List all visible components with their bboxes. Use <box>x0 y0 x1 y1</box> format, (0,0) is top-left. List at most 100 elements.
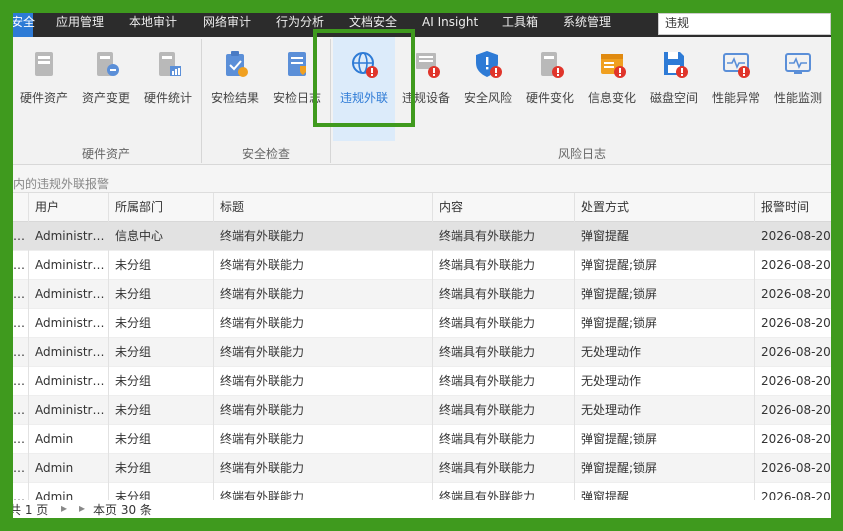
hardware-stats-icon <box>159 52 181 76</box>
column-header-alert-time[interactable]: 报警时间 <box>754 193 831 222</box>
cell-user: Administr… <box>28 309 108 338</box>
cell-index: … <box>13 403 25 417</box>
cell-index: … <box>13 258 25 272</box>
menu-item-toolbox[interactable]: 工具箱 <box>502 13 538 37</box>
table-row[interactable]: … Administr… 未分组 终端有外联能力 终端具有外联能力 弹窗提醒;锁屏 2026… <box>13 251 831 280</box>
cell-alert-time: 2026-08-20 <box>754 280 831 309</box>
cell-title: 终端有外联能力 <box>213 367 432 396</box>
cell-index: … <box>13 229 25 243</box>
menu-item-local-audit[interactable]: 本地审计 <box>129 13 177 37</box>
ribbon-button-info-change[interactable]: 信息变化 <box>581 37 643 141</box>
perf-anomaly-icon <box>723 53 750 78</box>
column-header-action[interactable]: 处置方式 <box>574 193 754 222</box>
cell-title: 终端有外联能力 <box>213 425 432 454</box>
cell-department: 未分组 <box>108 338 213 367</box>
cell-alert-time: 2026-08-20 <box>754 454 831 483</box>
cell-content: 终端具有外联能力 <box>432 251 574 280</box>
pager: 共 1 页 ▸ ▸ 本页 30 条 <box>13 500 831 518</box>
cell-department: 未分组 <box>108 454 213 483</box>
column-header-department[interactable]: 所属部门 <box>108 193 213 222</box>
top-menu-bar: 安全 应用管理 本地审计 网络审计 行为分析 文档安全 AI Insight 工… <box>13 13 831 37</box>
table-row[interactable]: … Admin 未分组 终端有外联能力 终端具有外联能力 弹窗提醒;锁屏 2026-08-2… <box>13 454 831 483</box>
table-row[interactable]: … Administr… 未分组 终端有外联能力 终端具有外联能力 无处理动作 2026-0… <box>13 367 831 396</box>
table-row[interactable]: … Administr… 未分组 终端有外联能力 终端具有外联能力 弹窗提醒;锁屏 2026… <box>13 309 831 338</box>
ribbon-button-disk-space[interactable]: 磁盘空间 <box>643 37 705 141</box>
column-header-content[interactable]: 内容 <box>432 193 574 222</box>
menu-item-network-audit[interactable]: 网络审计 <box>203 13 251 37</box>
pager-current-count: 本页 30 条 <box>93 503 152 517</box>
table-row[interactable]: … Administr… 未分组 终端有外联能力 终端具有外联能力 弹窗提醒;锁屏 2026… <box>13 280 831 309</box>
cell-user: Administr… <box>28 222 108 251</box>
cell-index: … <box>13 345 25 359</box>
cell-department: 未分组 <box>108 280 213 309</box>
cell-title: 终端有外联能力 <box>213 222 432 251</box>
cell-user: Administr… <box>28 280 108 309</box>
cell-alert-time: 2026-08-20 <box>754 396 831 425</box>
table-row[interactable]: … Administr… 未分组 终端有外联能力 终端具有外联能力 无处理动作 2026-0… <box>13 338 831 367</box>
ribbon-button-check-result[interactable]: 安检结果 <box>204 37 266 141</box>
cell-action: 无处理动作 <box>574 338 754 367</box>
ribbon-button-hardware-change[interactable]: 硬件变化 <box>519 37 581 141</box>
cell-alert-time: 2026-08-20 <box>754 222 831 251</box>
ribbon-button-label: 信息变化 <box>587 91 636 105</box>
cell-title: 终端有外联能力 <box>213 280 432 309</box>
cell-department: 未分组 <box>108 396 213 425</box>
cell-title: 终端有外联能力 <box>213 338 432 367</box>
cell-action: 无处理动作 <box>574 367 754 396</box>
cell-title: 终端有外联能力 <box>213 396 432 425</box>
asset-change-icon <box>97 52 119 76</box>
cell-content: 终端具有外联能力 <box>432 222 574 251</box>
cell-department: 未分组 <box>108 425 213 454</box>
cell-user: Administr… <box>28 251 108 280</box>
ribbon-button-hardware-asset[interactable]: 硬件资产 <box>13 37 75 141</box>
menu-item-ai-insight[interactable]: AI Insight <box>422 13 478 37</box>
table-row[interactable]: … Administr… 未分组 终端有外联能力 终端具有外联能力 无处理动作 2026-0… <box>13 396 831 425</box>
menu-item-app-management[interactable]: 应用管理 <box>56 13 104 37</box>
cell-content: 终端具有外联能力 <box>432 280 574 309</box>
column-header-index[interactable] <box>13 193 28 222</box>
pager-prev-icon[interactable]: ▸ <box>61 501 67 515</box>
cell-alert-time: 2026-08-20 <box>754 367 831 396</box>
ribbon-button-label: 安检结果 <box>210 91 259 105</box>
cell-title: 终端有外联能力 <box>213 251 432 280</box>
cell-action: 弹窗提醒;锁屏 <box>574 309 754 338</box>
ribbon-button-perf-monitor[interactable]: 性能监测 <box>767 37 829 141</box>
cell-alert-time: 2026-08-20 <box>754 425 831 454</box>
group-label-risk-log: 风险日志 <box>557 147 606 161</box>
pager-next-icon[interactable]: ▸ <box>79 501 85 515</box>
cell-index: … <box>13 287 25 301</box>
cell-action: 弹窗提醒;锁屏 <box>574 425 754 454</box>
ribbon-button-perf-anomaly[interactable]: 性能异常 <box>705 37 767 141</box>
table-row[interactable]: … Administr… 信息中心 终端有外联能力 终端具有外联能力 弹窗提醒 2026-0… <box>13 222 831 251</box>
column-header-user[interactable]: 用户 <box>28 193 108 222</box>
column-header-title[interactable]: 标题 <box>213 193 432 222</box>
app-window: 安全 应用管理 本地审计 网络审计 行为分析 文档安全 AI Insight 工… <box>13 13 831 518</box>
search-input[interactable]: 违规 <box>658 13 831 35</box>
ribbon-button-label: 磁盘空间 <box>649 91 698 105</box>
cell-title: 终端有外联能力 <box>213 454 432 483</box>
ribbon-button-security-risk[interactable]: 安全风险 <box>457 37 519 141</box>
cell-user: Admin <box>28 454 108 483</box>
info-change-icon <box>601 54 626 78</box>
ribbon-button-hardware-stats[interactable]: 硬件统计 <box>137 37 199 141</box>
table-row[interactable]: … Admin 未分组 终端有外联能力 终端具有外联能力 弹窗提醒;锁屏 2026-08-2… <box>13 425 831 454</box>
cell-content: 终端具有外联能力 <box>432 396 574 425</box>
menu-item-system-management[interactable]: 系统管理 <box>563 13 611 37</box>
pager-total-pages: 共 1 页 <box>13 503 49 517</box>
cell-content: 终端具有外联能力 <box>432 425 574 454</box>
cell-user: Administr… <box>28 338 108 367</box>
cell-content: 终端具有外联能力 <box>432 309 574 338</box>
cell-alert-time: 2026-08-20 <box>754 309 831 338</box>
ribbon-button-label: 硬件变化 <box>525 91 574 105</box>
cell-user: Administr… <box>28 367 108 396</box>
hardware-asset-icon <box>35 52 53 76</box>
ribbon-button-label: 硬件统计 <box>143 91 192 105</box>
cell-index: … <box>13 461 25 475</box>
disk-space-icon <box>664 52 688 78</box>
menu-item-security[interactable]: 安全 <box>13 13 35 37</box>
ribbon-button-label: 硬件资产 <box>19 91 68 105</box>
group-label-security-check: 安全检查 <box>241 147 290 161</box>
cell-department: 信息中心 <box>108 222 213 251</box>
ribbon-button-asset-change[interactable]: 资产变更 <box>75 37 137 141</box>
cell-action: 弹窗提醒 <box>574 222 754 251</box>
